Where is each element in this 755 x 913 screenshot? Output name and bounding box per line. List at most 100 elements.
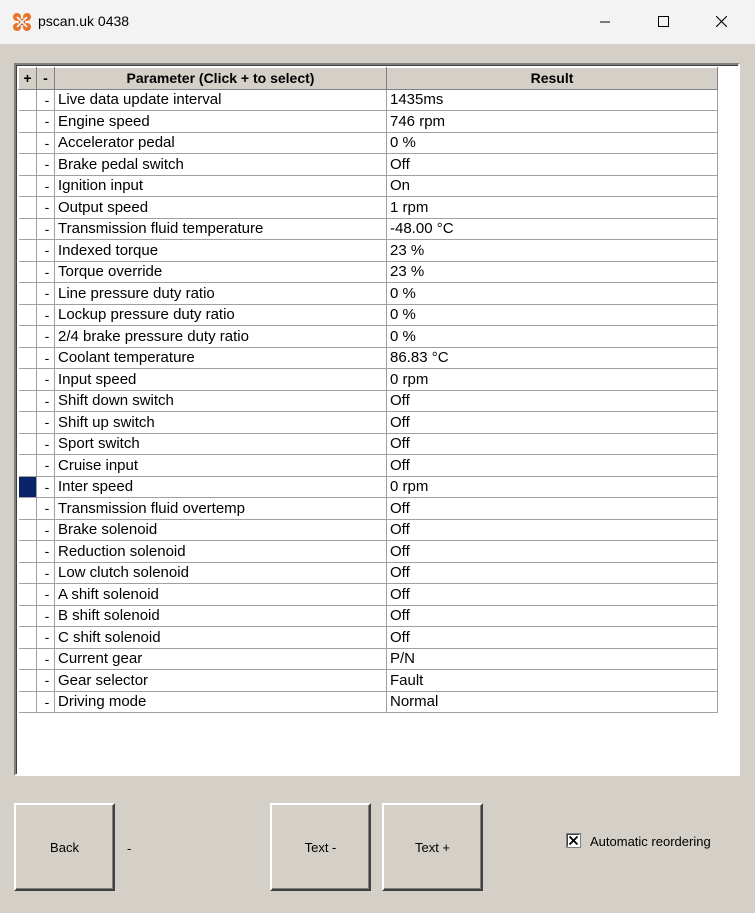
row-minus-cell[interactable]: - — [36, 519, 55, 541]
auto-reorder-checkbox[interactable] — [566, 833, 581, 848]
table-row[interactable]: - Cruise input Off — [18, 454, 718, 477]
table-row[interactable]: - Input speed 0 rpm — [18, 368, 718, 391]
row-minus-cell[interactable]: - — [36, 411, 55, 434]
row-plus-cell[interactable] — [18, 390, 37, 412]
row-plus-cell[interactable] — [18, 540, 37, 563]
row-plus-cell[interactable] — [18, 368, 37, 391]
table-row[interactable]: - Shift down switch Off — [18, 390, 718, 412]
row-minus-cell[interactable]: - — [36, 691, 55, 713]
row-minus-cell[interactable]: - — [36, 497, 55, 520]
table-row[interactable]: - Indexed torque 23 % — [18, 239, 718, 262]
table-row[interactable]: - Shift up switch Off — [18, 411, 718, 434]
row-plus-cell[interactable] — [18, 626, 37, 649]
row-minus-cell[interactable]: - — [36, 390, 55, 412]
row-plus-cell[interactable] — [18, 562, 37, 584]
row-minus-cell[interactable]: - — [36, 175, 55, 197]
table-row[interactable]: - Low clutch solenoid Off — [18, 562, 718, 584]
row-minus-cell[interactable]: - — [36, 669, 55, 692]
table-row[interactable]: - Sport switch Off — [18, 433, 718, 455]
row-minus-cell[interactable]: - — [36, 218, 55, 240]
table-row[interactable]: - Driving mode Normal — [18, 691, 718, 713]
row-plus-cell[interactable] — [18, 411, 37, 434]
row-plus-cell[interactable] — [18, 669, 37, 692]
table-row[interactable]: - Line pressure duty ratio 0 % — [18, 282, 718, 305]
row-minus-cell[interactable]: - — [36, 153, 55, 176]
row-plus-cell[interactable] — [18, 454, 37, 477]
text-plus-button[interactable]: Text + — [382, 803, 483, 891]
row-plus-cell[interactable] — [18, 132, 37, 154]
row-plus-cell[interactable] — [18, 476, 37, 498]
row-plus-cell[interactable] — [18, 519, 37, 541]
row-plus-cell[interactable] — [18, 218, 37, 240]
row-minus-cell[interactable]: - — [36, 605, 55, 627]
table-row[interactable]: - Transmission fluid temperature -48.00 °C — [18, 218, 718, 240]
row-minus-cell[interactable]: - — [36, 562, 55, 584]
row-plus-cell[interactable] — [18, 433, 37, 455]
header-parameter[interactable]: Parameter (Click + to select) — [54, 67, 387, 90]
table-row[interactable]: - Live data update interval 1435ms — [18, 89, 718, 111]
row-plus-cell[interactable] — [18, 282, 37, 305]
table-row[interactable]: - Coolant temperature 86.83 °C — [18, 347, 718, 369]
table-row[interactable]: - Brake solenoid Off — [18, 519, 718, 541]
table-row[interactable]: - Current gear P/N — [18, 648, 718, 670]
row-plus-cell[interactable] — [18, 239, 37, 262]
table-row[interactable]: -A shift solenoid Off — [18, 583, 718, 606]
row-plus-cell[interactable] — [18, 110, 37, 133]
row-plus-cell[interactable] — [18, 153, 37, 176]
row-minus-cell[interactable]: - — [36, 648, 55, 670]
row-minus-cell[interactable]: - — [36, 347, 55, 369]
row-minus-cell[interactable]: - — [36, 304, 55, 326]
table-row[interactable]: - Lockup pressure duty ratio 0 % — [18, 304, 718, 326]
row-minus-cell[interactable]: - — [36, 110, 55, 133]
back-button[interactable]: Back — [14, 803, 115, 891]
row-plus-cell[interactable] — [18, 175, 37, 197]
row-plus-cell[interactable] — [18, 196, 37, 219]
table-row[interactable]: -2/4 brake pressure duty ratio 0 % — [18, 325, 718, 348]
table-row[interactable]: - Output speed 1 rpm — [18, 196, 718, 219]
row-plus-cell[interactable] — [18, 605, 37, 627]
maximize-button[interactable] — [634, 0, 692, 44]
table-row[interactable]: - Engine speed 746 rpm — [18, 110, 718, 133]
row-minus-cell[interactable]: - — [36, 433, 55, 455]
text-minus-button[interactable]: Text - — [270, 803, 371, 891]
table-row[interactable]: - Reduction solenoid Off — [18, 540, 718, 563]
row-minus-cell[interactable]: - — [36, 325, 55, 348]
table-row[interactable]: -B shift solenoid Off — [18, 605, 718, 627]
minimize-button[interactable] — [576, 0, 634, 44]
table-row[interactable]: - Brake pedal switch Off — [18, 153, 718, 176]
table-row[interactable]: - Inter speed 0 rpm — [18, 476, 718, 498]
row-minus-cell[interactable]: - — [36, 476, 55, 498]
row-minus-cell[interactable]: - — [36, 368, 55, 391]
row-plus-cell[interactable] — [18, 691, 37, 713]
header-minus[interactable]: - — [36, 67, 55, 90]
row-minus-cell[interactable]: - — [36, 583, 55, 606]
row-minus-cell[interactable]: - — [36, 261, 55, 283]
row-plus-cell[interactable] — [18, 648, 37, 670]
table-row[interactable]: - Accelerator pedal 0 % — [18, 132, 718, 154]
table-row[interactable]: - Torque override 23 % — [18, 261, 718, 283]
header-plus[interactable]: + — [18, 67, 37, 90]
table-row[interactable]: - Transmission fluid overtemp Off — [18, 497, 718, 520]
row-plus-cell[interactable] — [18, 89, 37, 111]
auto-reorder-label[interactable]: Automatic reordering — [590, 834, 711, 849]
row-minus-cell[interactable]: - — [36, 282, 55, 305]
table-row[interactable]: - Ignition input On — [18, 175, 718, 197]
row-plus-cell[interactable] — [18, 304, 37, 326]
table-row[interactable]: -C shift solenoid Off — [18, 626, 718, 649]
row-minus-cell[interactable]: - — [36, 626, 55, 649]
row-plus-cell[interactable] — [18, 347, 37, 369]
row-minus-cell[interactable]: - — [36, 239, 55, 262]
row-minus-cell[interactable]: - — [36, 196, 55, 219]
row-plus-cell[interactable] — [18, 497, 37, 520]
row-minus-cell[interactable]: - — [36, 454, 55, 477]
row-minus-cell[interactable]: - — [36, 540, 55, 563]
row-minus-cell[interactable]: - — [36, 132, 55, 154]
close-button[interactable] — [692, 0, 750, 44]
parameter-grid[interactable]: + - Parameter (Click + to select) Result… — [14, 63, 740, 776]
row-plus-cell[interactable] — [18, 583, 37, 606]
table-row[interactable]: - Gear selector Fault — [18, 669, 718, 692]
row-plus-cell[interactable] — [18, 325, 37, 348]
row-minus-cell[interactable]: - — [36, 89, 55, 111]
header-result[interactable]: Result — [386, 67, 718, 90]
row-plus-cell[interactable] — [18, 261, 37, 283]
